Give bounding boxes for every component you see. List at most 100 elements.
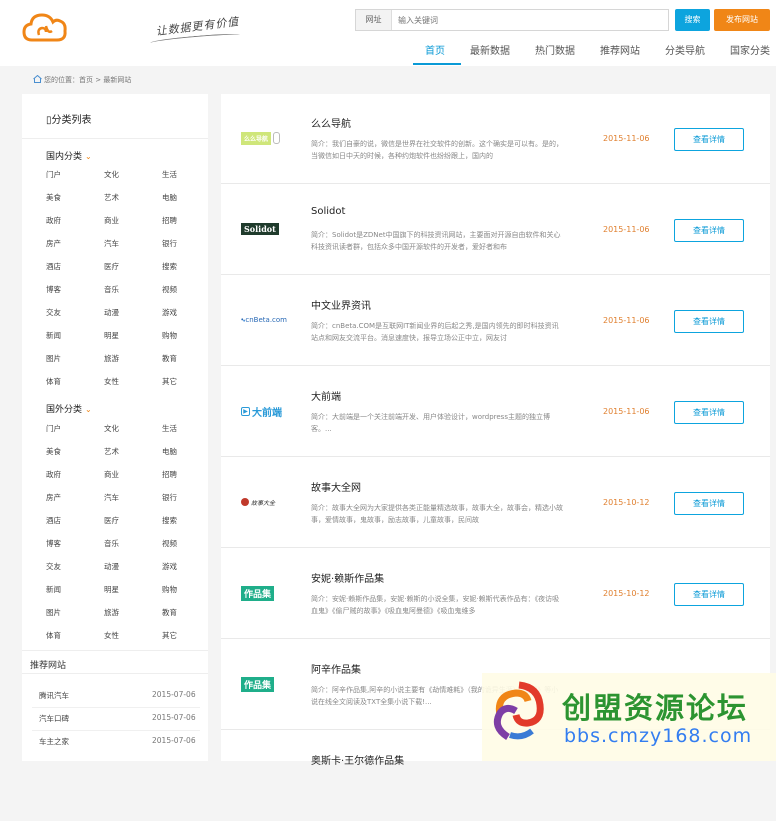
category-link[interactable]: 房产 bbox=[46, 238, 61, 249]
category-link[interactable]: 新闻 bbox=[46, 584, 61, 595]
category-link[interactable]: 商业 bbox=[104, 469, 119, 480]
recommended-site-link[interactable]: 腾讯汽车 bbox=[39, 690, 69, 701]
publish-site-button[interactable]: 发布网站 bbox=[714, 9, 770, 31]
category-link[interactable]: 艺术 bbox=[104, 192, 119, 203]
category-link[interactable]: 明星 bbox=[104, 330, 119, 341]
view-details-button[interactable]: 查看详情 bbox=[674, 492, 744, 515]
view-details-button[interactable]: 查看详情 bbox=[674, 583, 744, 606]
category-link[interactable]: 图片 bbox=[46, 353, 61, 364]
nav-item-hot[interactable]: 热门数据 bbox=[535, 42, 575, 57]
category-link[interactable]: 美食 bbox=[46, 192, 61, 203]
category-link[interactable]: 文化 bbox=[104, 423, 119, 434]
category-link[interactable]: 酒店 bbox=[46, 261, 61, 272]
domestic-category-header[interactable]: 国内分类 ⌄ bbox=[46, 149, 92, 162]
category-link[interactable]: 博客 bbox=[46, 538, 61, 549]
category-link[interactable]: 视频 bbox=[162, 284, 177, 295]
category-link[interactable]: 博客 bbox=[46, 284, 61, 295]
category-link[interactable]: 招聘 bbox=[162, 215, 177, 226]
view-details-button[interactable]: 查看详情 bbox=[674, 128, 744, 151]
view-details-button[interactable]: 查看详情 bbox=[674, 310, 744, 333]
nav-item-home[interactable]: 首页 bbox=[425, 42, 445, 57]
category-link[interactable]: 购物 bbox=[162, 584, 177, 595]
category-link[interactable]: 文化 bbox=[104, 169, 119, 180]
site-title[interactable]: 安妮·赖斯作品集 bbox=[311, 570, 384, 585]
category-link[interactable]: 银行 bbox=[162, 238, 177, 249]
category-link[interactable]: 医疗 bbox=[104, 261, 119, 272]
site-title[interactable]: 中文业界资讯 bbox=[311, 297, 371, 312]
site-title[interactable]: Solidot bbox=[311, 206, 345, 217]
site-logo[interactable]: Solidot bbox=[241, 217, 287, 241]
search-scope-select[interactable]: 网址 bbox=[356, 10, 392, 30]
category-link[interactable]: 银行 bbox=[162, 492, 177, 503]
site-card: 作品集 安妮·赖斯作品集 简介：安妮·赖斯作品集，安妮·赖斯的小说全集，安妮·赖… bbox=[221, 549, 770, 639]
category-link[interactable]: 其它 bbox=[162, 630, 177, 641]
site-logo[interactable]: 故事大全 bbox=[241, 490, 287, 514]
category-link[interactable]: 交友 bbox=[46, 561, 61, 572]
category-link[interactable]: 生活 bbox=[162, 169, 177, 180]
category-link[interactable]: 商业 bbox=[104, 215, 119, 226]
category-link[interactable]: 房产 bbox=[46, 492, 61, 503]
category-link[interactable]: 旅游 bbox=[104, 607, 119, 618]
category-link[interactable]: 新闻 bbox=[46, 330, 61, 341]
category-link[interactable]: 酒店 bbox=[46, 515, 61, 526]
category-link[interactable]: 女性 bbox=[104, 630, 119, 641]
cloud-logo-icon[interactable] bbox=[22, 12, 68, 44]
category-link[interactable]: 门户 bbox=[46, 169, 61, 180]
category-link[interactable]: 美食 bbox=[46, 446, 61, 457]
nav-item-category[interactable]: 分类导航 bbox=[665, 42, 705, 57]
category-link[interactable]: 电脑 bbox=[162, 446, 177, 457]
recommended-site-link[interactable]: 汽车口碑 bbox=[39, 713, 69, 724]
category-link[interactable]: 电脑 bbox=[162, 192, 177, 203]
category-link[interactable]: 政府 bbox=[46, 469, 61, 480]
category-link[interactable]: 生活 bbox=[162, 423, 177, 434]
category-link[interactable]: 其它 bbox=[162, 376, 177, 387]
category-link[interactable]: 招聘 bbox=[162, 469, 177, 480]
site-logo-text: 大前端 bbox=[252, 407, 282, 419]
category-link[interactable]: 搜索 bbox=[162, 261, 177, 272]
site-title[interactable]: 奥斯卡·王尔德作品集 bbox=[311, 752, 404, 767]
site-logo[interactable]: 作品集 bbox=[241, 581, 287, 605]
category-link[interactable]: 女性 bbox=[104, 376, 119, 387]
category-link[interactable]: 视频 bbox=[162, 538, 177, 549]
view-details-button[interactable]: 查看详情 bbox=[674, 219, 744, 242]
search-input[interactable] bbox=[398, 11, 664, 29]
site-title[interactable]: 阿辛作品集 bbox=[311, 661, 361, 676]
breadcrumb-text[interactable]: 您的位置：首页 > 最新网站 bbox=[44, 76, 131, 84]
category-link[interactable]: 游戏 bbox=[162, 561, 177, 572]
recommended-site-link[interactable]: 车主之家 bbox=[39, 736, 69, 747]
category-link[interactable]: 游戏 bbox=[162, 307, 177, 318]
foreign-category-header[interactable]: 国外分类 ⌄ bbox=[46, 402, 92, 415]
site-logo[interactable]: 作品集 bbox=[241, 672, 287, 696]
category-link[interactable]: 明星 bbox=[104, 584, 119, 595]
category-link[interactable]: 汽车 bbox=[104, 238, 119, 249]
category-link[interactable]: 搜索 bbox=[162, 515, 177, 526]
site-title[interactable]: 大前端 bbox=[311, 388, 341, 403]
nav-item-recommended[interactable]: 推荐网站 bbox=[600, 42, 640, 57]
category-link[interactable]: 门户 bbox=[46, 423, 61, 434]
category-link[interactable]: 动漫 bbox=[104, 307, 119, 318]
site-logo[interactable]: 么么导航 bbox=[241, 126, 287, 150]
nav-item-country[interactable]: 国家分类 bbox=[730, 42, 770, 57]
category-link[interactable]: 旅游 bbox=[104, 353, 119, 364]
category-link[interactable]: 音乐 bbox=[104, 538, 119, 549]
site-logo[interactable]: cnBeta.com bbox=[241, 308, 287, 332]
site-logo[interactable]: ▶ 大前端 bbox=[241, 399, 287, 423]
category-link[interactable]: 体育 bbox=[46, 630, 61, 641]
category-link[interactable]: 教育 bbox=[162, 353, 177, 364]
category-link[interactable]: 体育 bbox=[46, 376, 61, 387]
category-link[interactable]: 教育 bbox=[162, 607, 177, 618]
nav-item-latest[interactable]: 最新数据 bbox=[470, 42, 510, 57]
category-link[interactable]: 交友 bbox=[46, 307, 61, 318]
category-link[interactable]: 图片 bbox=[46, 607, 61, 618]
site-title[interactable]: 故事大全网 bbox=[311, 479, 361, 494]
category-link[interactable]: 购物 bbox=[162, 330, 177, 341]
category-link[interactable]: 汽车 bbox=[104, 492, 119, 503]
site-title[interactable]: 么么导航 bbox=[311, 115, 351, 130]
search-button[interactable]: 搜索 bbox=[675, 9, 710, 31]
category-link[interactable]: 政府 bbox=[46, 215, 61, 226]
category-link[interactable]: 音乐 bbox=[104, 284, 119, 295]
view-details-button[interactable]: 查看详情 bbox=[674, 401, 744, 424]
category-link[interactable]: 艺术 bbox=[104, 446, 119, 457]
category-link[interactable]: 医疗 bbox=[104, 515, 119, 526]
category-link[interactable]: 动漫 bbox=[104, 561, 119, 572]
